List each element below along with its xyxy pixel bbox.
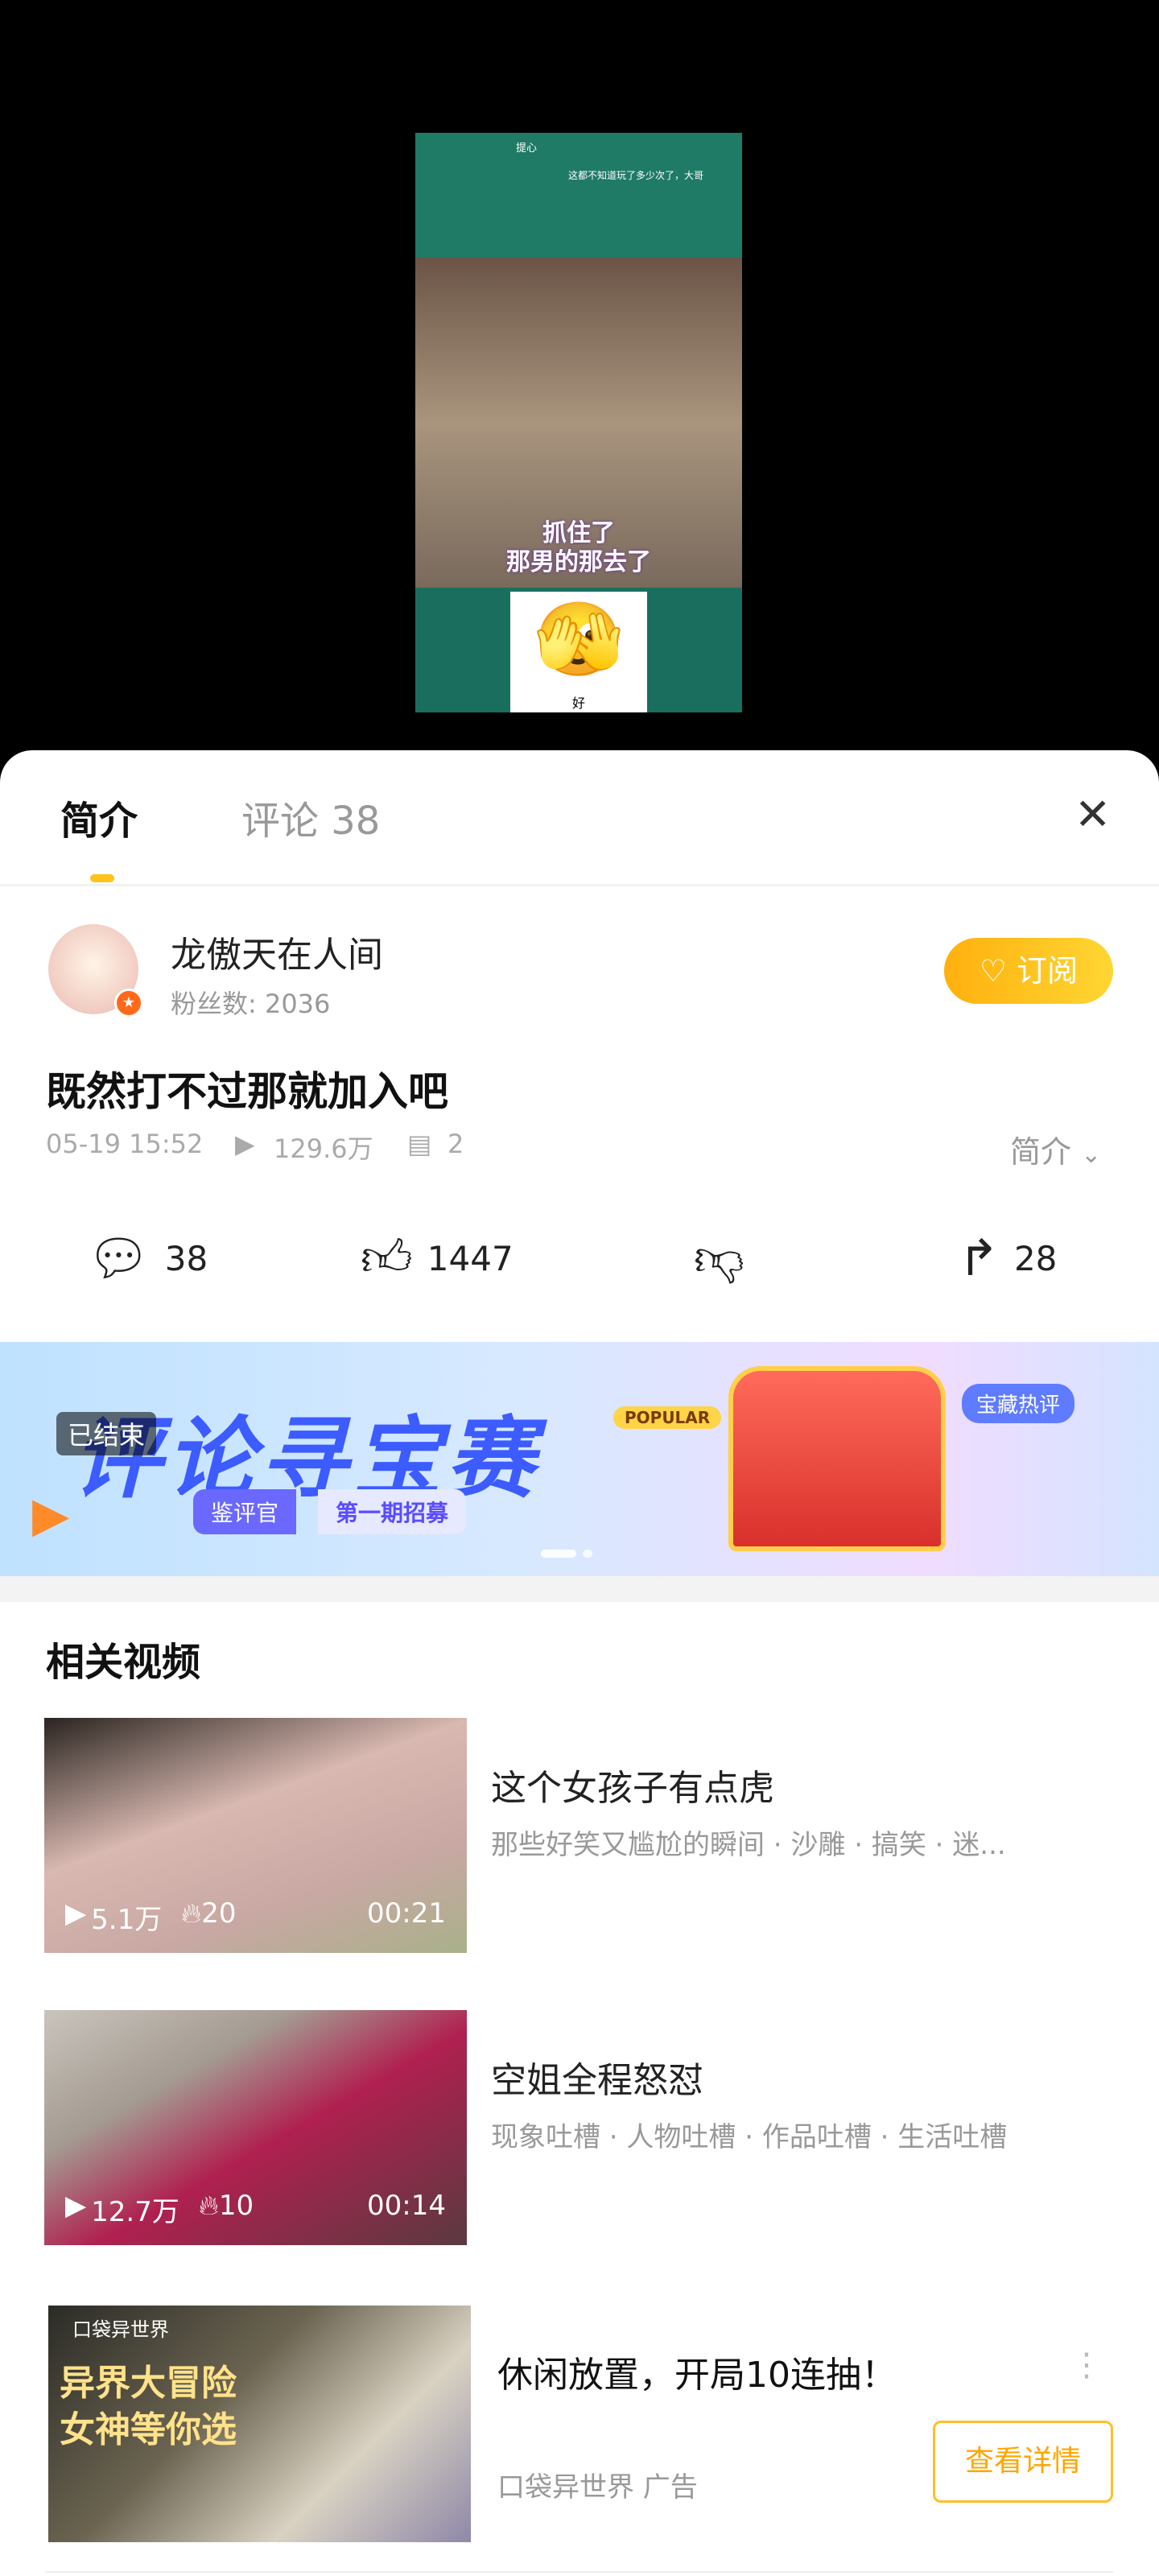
chevron-down-icon: ⌄ bbox=[1081, 1141, 1102, 1169]
divider bbox=[46, 2571, 1113, 2573]
carousel-dots[interactable] bbox=[541, 1550, 592, 1558]
ad-image-line-1: 异界大冒险 bbox=[60, 2363, 237, 2404]
video-thumbnail[interactable]: ▶ 5.1万 🔥︎20 00:21 bbox=[44, 1718, 467, 1953]
related-title[interactable]: 这个女孩子有点虎 bbox=[491, 1759, 774, 1810]
like-count: 1447 bbox=[427, 1238, 514, 1278]
view-count: 129.6万 bbox=[274, 1133, 373, 1164]
share-count: 28 bbox=[1013, 1238, 1058, 1278]
caption-line-1: 抓住了 bbox=[542, 519, 615, 547]
share-icon: ↱ bbox=[958, 1228, 1000, 1287]
role-tag: 鉴评官 bbox=[193, 1489, 297, 1534]
hot-comment-tag: 宝藏热评 bbox=[962, 1384, 1075, 1423]
related-subtitle: 现象吐槽 · 人物吐槽 · 作品吐槽 · 生活吐槽 bbox=[491, 2121, 1008, 2153]
video-top-subtitle: 这都不知道玩了多少次了，大哥 bbox=[568, 170, 704, 181]
play-count-icon: ▶ bbox=[65, 2190, 87, 2222]
ad-image-line-2: 女神等你选 bbox=[60, 2409, 237, 2450]
tab-intro[interactable]: 简介 bbox=[60, 789, 138, 845]
more-options-icon[interactable]: ⋮ bbox=[1070, 2349, 1103, 2381]
danmaku-icon: ▤ bbox=[407, 1129, 432, 1159]
comment-count: 38 bbox=[164, 1238, 208, 1278]
author-name[interactable]: 龙傲天在人间 bbox=[171, 926, 383, 977]
thumb-hot: 20 bbox=[201, 1897, 237, 1930]
subscribe-label: 订阅 bbox=[1017, 953, 1079, 989]
intro-toggle[interactable]: 简介 ⌄ bbox=[1010, 1127, 1101, 1171]
play-count-icon: ▶ bbox=[235, 1129, 255, 1159]
fan-count: 粉丝数: 2036 bbox=[171, 989, 331, 1019]
play-icon: ▶ bbox=[32, 1487, 70, 1543]
emoji-panel: 🫣 好 bbox=[510, 592, 647, 712]
thumb-duration: 00:21 bbox=[367, 1897, 446, 1930]
thumbs-down-icon: 👎︎ bbox=[694, 1228, 744, 1287]
recruit-tag: 第一期招募 bbox=[318, 1489, 467, 1534]
emoji-label: 好 bbox=[571, 696, 585, 711]
tab-comments[interactable]: 评论 38 bbox=[241, 789, 380, 845]
related-subtitle: 那些好笑又尴尬的瞬间 · 沙雕 · 搞笑 · 迷... bbox=[491, 1829, 1006, 1861]
ended-badge: 已结束 bbox=[56, 1412, 157, 1455]
active-tab-indicator bbox=[90, 874, 114, 882]
subscribe-button[interactable]: ♡ 订阅 bbox=[944, 938, 1113, 1004]
like-button[interactable]: 👍︎ 1447 bbox=[361, 1230, 514, 1286]
thumb-duration: 00:14 bbox=[367, 2190, 446, 2222]
related-title[interactable]: 空姐全程怒怼 bbox=[491, 2051, 703, 2103]
close-icon[interactable]: ✕ bbox=[1074, 793, 1111, 836]
ad-source: 口袋异世界 广告 bbox=[497, 2471, 698, 2504]
ad-title[interactable]: 休闲放置，开局10连抽！ bbox=[497, 2346, 897, 2397]
video-caption: 抓住了 那男的那去了 bbox=[415, 519, 742, 577]
flame-icon: 🔥︎10 bbox=[198, 2190, 254, 2222]
video-thumbnail[interactable]: ▶ 12.7万 🔥︎10 00:14 bbox=[44, 2010, 467, 2245]
danmaku-count: 2 bbox=[448, 1129, 464, 1159]
comment-icon: 💬︎ bbox=[87, 1228, 151, 1287]
post-time: 05-19 15:52 bbox=[46, 1129, 204, 1159]
video-player[interactable]: 提心 这都不知道玩了多少次了，大哥 抓住了 那男的那去了 🫣 好 bbox=[0, 0, 1159, 757]
comment-button[interactable]: 💬︎ 38 bbox=[87, 1230, 208, 1286]
section-separator bbox=[0, 1576, 1159, 1602]
thumb-hot: 10 bbox=[218, 2190, 254, 2222]
star-badge-icon: ★ bbox=[114, 989, 143, 1018]
thumbs-up-icon: 👍︎ bbox=[361, 1228, 413, 1287]
video-top-caption: 提心 bbox=[516, 142, 538, 155]
related-heading: 相关视频 bbox=[46, 1640, 201, 1685]
event-banner[interactable]: 评论寻宝赛 已结束 POPULAR 宝藏热评 鉴评官 第一期招募 ▶ bbox=[0, 1342, 1159, 1576]
dislike-button[interactable]: 👎︎ bbox=[694, 1230, 744, 1286]
ad-logo: 口袋异世界 bbox=[72, 2318, 169, 2341]
play-count-icon: ▶ bbox=[65, 1897, 87, 1930]
divider bbox=[0, 884, 1159, 886]
ad-image[interactable]: 口袋异世界 异界大冒险 女神等你选 bbox=[48, 2306, 471, 2542]
thumb-views: 5.1万 bbox=[91, 1904, 163, 1936]
thumb-views: 12.7万 bbox=[91, 2196, 179, 2228]
share-button[interactable]: ↱ 28 bbox=[958, 1230, 1057, 1286]
video-top-band: 提心 这都不知道玩了多少次了，大哥 bbox=[415, 133, 742, 258]
video-frame[interactable]: 提心 这都不知道玩了多少次了，大哥 抓住了 那男的那去了 🫣 好 bbox=[415, 133, 742, 712]
view-details-button[interactable]: 查看详情 bbox=[933, 2421, 1113, 2503]
caption-line-2: 那男的那去了 bbox=[506, 548, 651, 576]
intro-toggle-label: 简介 bbox=[1010, 1134, 1072, 1170]
popular-tag: POPULAR bbox=[613, 1406, 722, 1429]
heart-plus-icon: ♡ bbox=[979, 953, 1007, 989]
flame-icon: 🔥︎20 bbox=[181, 1897, 237, 1930]
post-title: 既然打不过那就加入吧 bbox=[46, 1068, 448, 1115]
treasure-chest-image bbox=[728, 1366, 946, 1551]
